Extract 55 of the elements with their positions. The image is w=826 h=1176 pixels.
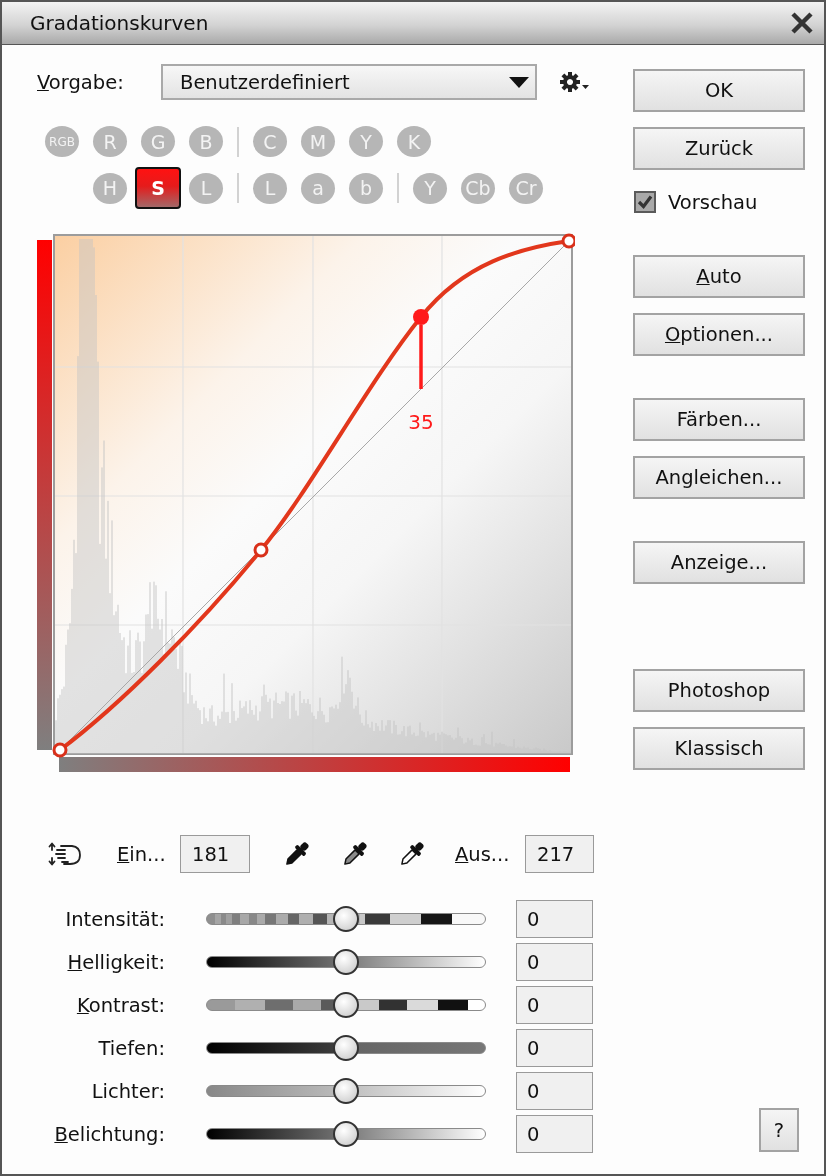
- slider-label: Kontrast:: [75, 993, 165, 1017]
- channel-button[interactable]: S: [135, 167, 181, 209]
- dialog-button[interactable]: Photoshop: [633, 669, 805, 712]
- dialog-button[interactable]: Anzeige...: [633, 541, 805, 584]
- input-label: Ein...: [117, 842, 167, 866]
- slider-track[interactable]: [206, 949, 486, 975]
- preset-label: Vorgabe:: [37, 70, 125, 94]
- output-label: Aus...: [455, 842, 511, 866]
- slider-label: Intensität:: [64, 907, 165, 931]
- slider-track[interactable]: [206, 906, 486, 932]
- slider-label: Helligkeit:: [66, 950, 165, 974]
- offset-line: [419, 325, 423, 389]
- window-title: Gradationskurven: [30, 11, 209, 35]
- curve-point[interactable]: [253, 542, 269, 558]
- curve-point[interactable]: [561, 233, 575, 249]
- slider-track[interactable]: [206, 1078, 486, 1104]
- curve-point[interactable]: [52, 742, 68, 758]
- slider-label: Belichtung:: [53, 1122, 165, 1146]
- hand-with-arrows-icon[interactable]: [48, 841, 82, 867]
- output-value-field[interactable]: 217: [525, 835, 594, 873]
- slider-thumb[interactable]: [333, 1121, 359, 1147]
- preset-dropdown[interactable]: Benutzerdefiniert: [161, 64, 537, 100]
- close-icon[interactable]: [790, 11, 814, 35]
- slider-track[interactable]: [206, 1121, 486, 1147]
- slider-value-field[interactable]: 0: [516, 900, 593, 938]
- dialog-button[interactable]: Auto: [633, 255, 805, 298]
- input-value-field[interactable]: 181: [180, 835, 250, 873]
- caret-icon[interactable]: [582, 85, 589, 89]
- slider-value-field[interactable]: 0: [516, 1072, 593, 1110]
- curve-point[interactable]: [413, 309, 429, 325]
- settings-icon[interactable]: [560, 72, 580, 92]
- slider-thumb[interactable]: [333, 992, 359, 1018]
- slider-value-field[interactable]: 0: [516, 986, 593, 1024]
- slider-label: Tiefen:: [97, 1036, 165, 1060]
- slider-value-field[interactable]: 0: [516, 943, 593, 981]
- caret-icon[interactable]: [509, 76, 529, 88]
- dialog-button[interactable]: Klassisch: [633, 727, 805, 770]
- dialog-button[interactable]: Zurück: [633, 127, 805, 170]
- slider-track[interactable]: [206, 992, 486, 1018]
- slider-label: Lichter:: [90, 1079, 165, 1103]
- offset-label: 35: [408, 410, 434, 434]
- checkbox-label[interactable]: Vorschau: [668, 190, 758, 214]
- preview-checkbox[interactable]: [634, 191, 656, 213]
- dialog-button[interactable]: Angleichen...: [633, 456, 805, 499]
- slider-value-field[interactable]: 0: [516, 1115, 593, 1153]
- slider-thumb[interactable]: [333, 949, 359, 975]
- slider-thumb[interactable]: [333, 906, 359, 932]
- slider-track[interactable]: [206, 1035, 486, 1061]
- dialog-button[interactable]: Optionen...: [633, 313, 805, 356]
- dialog-button[interactable]: Färben...: [633, 398, 805, 441]
- dialog-button[interactable]: OK: [633, 69, 805, 112]
- slider-thumb[interactable]: [333, 1035, 359, 1061]
- slider-thumb[interactable]: [333, 1078, 359, 1104]
- help-button[interactable]: ?: [759, 1108, 799, 1152]
- slider-value-field[interactable]: 0: [516, 1029, 593, 1067]
